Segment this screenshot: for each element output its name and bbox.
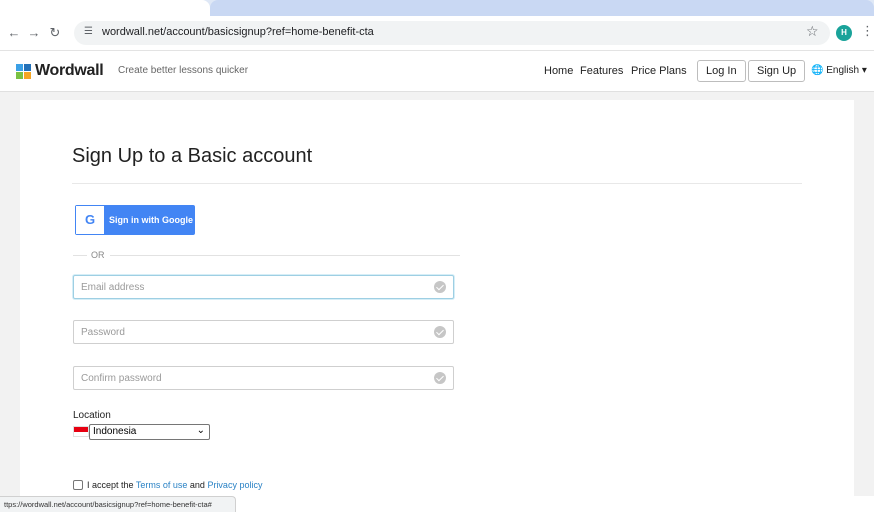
terms-prefix: I accept the [87, 480, 136, 490]
or-label: OR [91, 250, 105, 260]
tagline: Create better lessons quicker [118, 65, 249, 76]
chevron-down-icon: ⌄ [196, 425, 205, 436]
terms-and: and [187, 480, 208, 490]
confirm-password-input[interactable] [74, 367, 424, 389]
site-header: Wordwall Create better lessons quicker H… [0, 50, 874, 92]
signup-button[interactable]: Sign Up [748, 60, 806, 82]
email-input[interactable] [74, 276, 424, 298]
password-input[interactable] [74, 321, 424, 343]
address-bar[interactable]: ☰ wordwall.net/account/basicsignup?ref=h… [74, 21, 830, 45]
google-signin-button[interactable]: G Sign in with Google [75, 205, 195, 235]
indonesia-flag-icon [73, 426, 89, 437]
terms-text: I accept the Terms of use and Privacy po… [87, 480, 262, 490]
language-label: English [826, 65, 860, 76]
star-icon[interactable]: ☆ [806, 23, 819, 40]
terms-of-use-link[interactable]: Terms of use [136, 480, 188, 490]
nav-features-link[interactable]: Features [580, 65, 623, 77]
terms-checkbox[interactable] [73, 480, 83, 490]
logo-text[interactable]: Wordwall [35, 62, 104, 80]
location-select-value: Indonesia [93, 426, 137, 437]
location-label: Location [73, 410, 111, 421]
check-circle-icon [434, 372, 446, 384]
wordwall-logo-icon[interactable] [16, 64, 32, 80]
confirm-password-field[interactable] [73, 366, 454, 390]
nav-home-link[interactable]: Home [544, 65, 573, 77]
back-arrow-icon[interactable]: ← [6, 25, 22, 41]
page-title: Sign Up to a Basic account [72, 145, 313, 167]
or-divider-right [110, 255, 460, 256]
nav-price-plans-link[interactable]: Price Plans [631, 65, 687, 77]
privacy-policy-link[interactable]: Privacy policy [207, 480, 262, 490]
address-bar-url[interactable]: wordwall.net/account/basicsignup?ref=hom… [102, 26, 374, 38]
status-bar-url: ttps://wordwall.net/account/basicsignup?… [4, 500, 212, 509]
site-info-icon[interactable]: ☰ [84, 26, 93, 37]
language-selector[interactable]: 🌐 English ▾ [811, 65, 867, 76]
browser-toolbar: ← → ↻ ☰ wordwall.net/account/basicsignup… [0, 16, 874, 50]
forward-arrow-icon[interactable]: → [26, 25, 42, 41]
profile-avatar[interactable]: H [836, 25, 852, 41]
title-divider [72, 183, 802, 184]
check-circle-icon [434, 326, 446, 338]
globe-icon: 🌐 [811, 65, 824, 76]
menu-dots-icon[interactable]: ⋮ [861, 23, 874, 39]
google-logo-box: G [76, 206, 104, 234]
caret-down-icon: ▾ [861, 65, 867, 76]
google-signin-label: Sign in with Google [109, 215, 193, 225]
location-select[interactable]: Indonesia ⌄ [89, 424, 210, 440]
password-field[interactable] [73, 320, 454, 344]
login-button[interactable]: Log In [697, 60, 746, 82]
reload-icon[interactable]: ↻ [47, 25, 63, 41]
google-g-icon: G [85, 212, 96, 227]
status-bar: ttps://wordwall.net/account/basicsignup?… [0, 496, 236, 512]
browser-tab-inactive[interactable] [210, 0, 874, 16]
browser-tab-active[interactable] [0, 0, 210, 16]
email-field[interactable] [73, 275, 454, 299]
or-divider-left [73, 255, 87, 256]
browser-tab-strip [0, 0, 874, 16]
check-circle-icon [434, 281, 446, 293]
